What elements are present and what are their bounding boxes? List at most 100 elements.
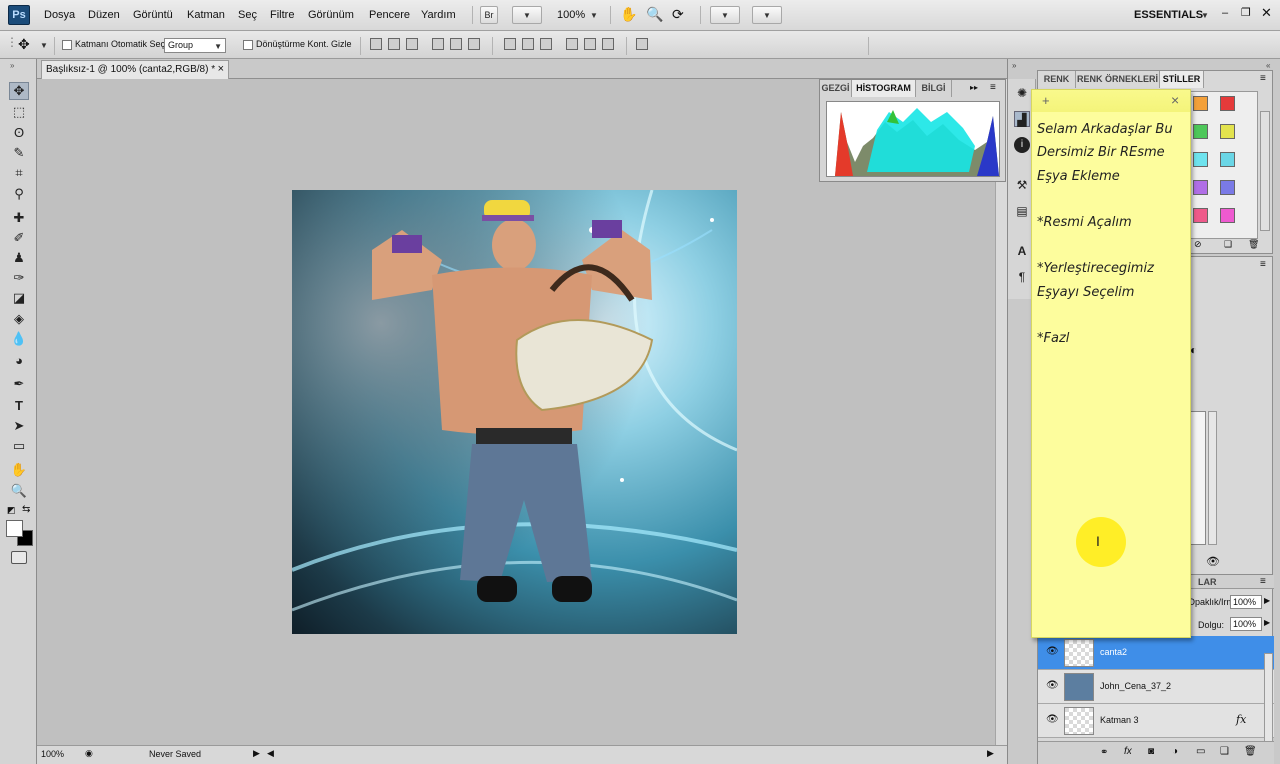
tab-navigator[interactable]: GEZGİ [820, 80, 852, 97]
adjustment-icon[interactable]: ◐ [1190, 343, 1197, 357]
info-icon[interactable]: i [1014, 137, 1030, 153]
style-swatch[interactable] [1220, 208, 1235, 223]
style-swatch[interactable] [1220, 180, 1235, 195]
close-note-icon[interactable]: × [1171, 92, 1179, 108]
distribute-hcenter-icon[interactable] [584, 38, 596, 50]
auto-align-layers-icon[interactable] [636, 38, 648, 50]
clone-stamp-tool-icon[interactable]: ♟ [9, 249, 29, 267]
tab-color[interactable]: RENK [1038, 71, 1076, 88]
paint-bucket-tool-icon[interactable]: ◈ [9, 310, 29, 328]
path-selection-tool-icon[interactable]: ➤ [9, 417, 29, 435]
screen-mode-button[interactable]: ▼ [752, 6, 782, 24]
tab-histogram[interactable]: HİSTOGRAM [852, 80, 916, 97]
new-style-icon[interactable]: ❑ [1224, 239, 1232, 250]
zoom-level[interactable]: 100% [557, 9, 585, 21]
style-swatch[interactable] [1193, 152, 1208, 167]
fill-field[interactable]: 100% [1230, 617, 1262, 631]
style-swatch[interactable] [1193, 124, 1208, 139]
opacity-field[interactable]: 100% [1230, 595, 1262, 609]
styles-scrollbar[interactable] [1260, 111, 1270, 231]
dodge-tool-icon[interactable]: ◕ [9, 351, 29, 369]
close-tab-icon[interactable]: × [218, 61, 224, 78]
dock-expand-icon[interactable]: « [1266, 61, 1270, 70]
actions-icon[interactable]: ⚒ [1014, 177, 1030, 193]
style-swatch[interactable] [1220, 152, 1235, 167]
panel-menu-icon[interactable]: ≡ [990, 82, 996, 93]
move-tool-icon[interactable]: ✥ [9, 82, 29, 100]
align-top-icon[interactable] [370, 38, 382, 50]
delete-style-icon[interactable]: ⊘ [1194, 239, 1202, 250]
style-swatch[interactable] [1220, 96, 1235, 111]
align-vcenter-icon[interactable] [388, 38, 400, 50]
tab-swatches[interactable]: RENK ÖRNEKLERİ [1076, 71, 1160, 88]
panel-menu-icon[interactable]: ≡ [1260, 259, 1266, 270]
trash-icon[interactable]: 🗑 [1248, 239, 1259, 250]
status-info-icon[interactable]: ◉ [85, 748, 93, 759]
quick-mask-icon[interactable] [11, 551, 27, 564]
restore-icon[interactable]: ❐ [1241, 6, 1251, 19]
visibility-eye-icon[interactable]: 👁 [1046, 681, 1059, 691]
history-brush-tool-icon[interactable]: ✑ [9, 269, 29, 287]
tab-styles[interactable]: STİLLER [1160, 71, 1204, 88]
workspace-switcher[interactable]: ESSENTIALS [1134, 9, 1203, 21]
swap-colors-icon[interactable]: ⇆ [22, 504, 30, 515]
panel-menu-icon[interactable]: ≡ [1260, 576, 1266, 587]
navigator-icon[interactable]: ✺ [1014, 85, 1030, 101]
layer-row[interactable]: 👁 Katman 3 fx [1038, 704, 1274, 738]
align-bottom-icon[interactable] [406, 38, 418, 50]
histogram-icon[interactable]: ▟ [1014, 111, 1030, 127]
link-layers-icon[interactable]: ⚭ [1100, 747, 1108, 758]
menu-goruntu[interactable]: Görüntü [133, 9, 173, 21]
collapse-icon[interactable]: » [10, 61, 14, 70]
scroll-right-icon[interactable]: ▶ [987, 748, 994, 759]
style-swatch[interactable] [1193, 208, 1208, 223]
panel-menu-icon[interactable]: ≡ [1260, 73, 1266, 84]
align-left-icon[interactable] [432, 38, 444, 50]
history-icon[interactable]: ▤ [1014, 203, 1030, 219]
menu-gorunum[interactable]: Görünüm [308, 9, 354, 21]
new-layer-icon[interactable]: ❑ [1220, 746, 1229, 757]
hand-tool-icon[interactable]: ✋ [620, 6, 637, 23]
add-style-icon[interactable]: fx [1124, 746, 1132, 757]
quick-selection-tool-icon[interactable]: ✎ [9, 144, 29, 162]
minimize-icon[interactable]: – [1222, 7, 1228, 19]
panel-collapse-icon[interactable]: ▸▸ [970, 83, 978, 92]
style-swatch[interactable] [1193, 180, 1208, 195]
scroll-left-icon[interactable]: ◀ [267, 748, 274, 759]
align-right-icon[interactable] [468, 38, 480, 50]
sticky-note-header[interactable]: + × [1032, 90, 1190, 112]
distribute-top-icon[interactable] [504, 38, 516, 50]
distribute-left-icon[interactable] [566, 38, 578, 50]
brush-tool-icon[interactable]: ✐ [9, 229, 29, 247]
status-menu-arrow-icon[interactable]: ▶ [253, 748, 260, 759]
align-hcenter-icon[interactable] [450, 38, 462, 50]
zoom-tool-icon[interactable]: 🔍 [9, 482, 29, 500]
zoom-tool-icon[interactable]: 🔍 [646, 6, 663, 23]
healing-brush-tool-icon[interactable]: ✚ [9, 209, 29, 227]
auto-select-dropdown[interactable]: Group ▼ [164, 38, 226, 53]
hand-tool-icon[interactable]: ✋ [9, 461, 29, 479]
document-tab[interactable]: Başlıksız-1 @ 100% (canta2,RGB/8) * × [41, 60, 229, 79]
layer-row[interactable]: 👁 John_Cena_37_2 [1038, 670, 1274, 704]
chevron-right-icon[interactable]: ▶ [1264, 596, 1270, 605]
new-group-icon[interactable]: ▭ [1196, 746, 1205, 757]
clip-icon[interactable]: 👁 [1206, 555, 1220, 568]
style-swatch[interactable] [1193, 96, 1208, 111]
visibility-eye-icon[interactable]: 👁 [1046, 715, 1059, 725]
foreground-color-swatch[interactable] [6, 520, 23, 537]
default-colors-icon[interactable]: ◩ [7, 505, 16, 516]
chevron-down-icon[interactable]: ▼ [1201, 11, 1209, 20]
new-adjustment-icon[interactable]: ◑ [1172, 746, 1178, 757]
paragraph-icon[interactable]: ¶ [1014, 269, 1030, 285]
delete-layer-icon[interactable]: 🗑 [1244, 746, 1257, 757]
style-swatch[interactable] [1220, 124, 1235, 139]
eraser-tool-icon[interactable]: ◪ [9, 289, 29, 307]
layers-scrollbar[interactable] [1264, 653, 1273, 743]
menu-dosya[interactable]: Dosya [44, 9, 75, 21]
distribute-right-icon[interactable] [602, 38, 614, 50]
eyedropper-tool-icon[interactable]: ⚲ [9, 185, 29, 203]
add-note-icon[interactable]: + [1042, 93, 1050, 108]
marquee-tool-icon[interactable]: ⬚ [9, 103, 29, 121]
chevron-down-icon[interactable]: ▼ [590, 11, 598, 20]
layer-row[interactable]: 👁 canta2 [1038, 636, 1274, 670]
